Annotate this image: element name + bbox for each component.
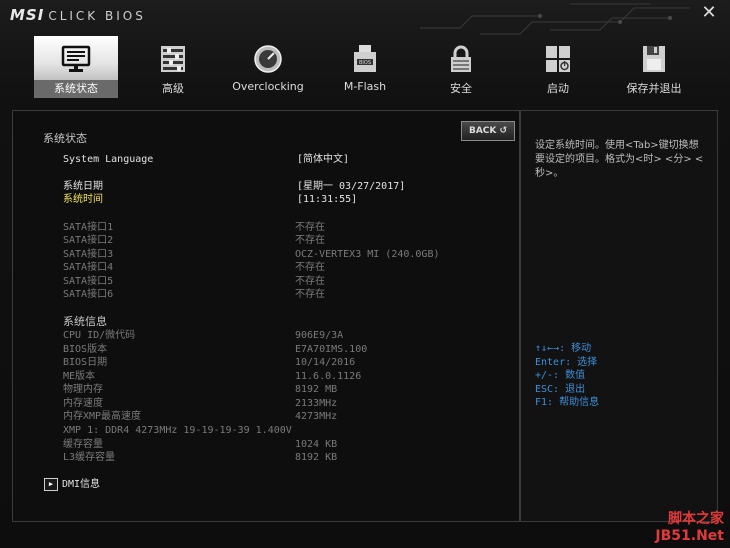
- key-hint: ESC: 退出: [535, 384, 586, 395]
- tab-label: Overclocking: [232, 80, 304, 93]
- system-language-value[interactable]: [简体中文]: [297, 153, 349, 166]
- logo-product: CLICK BIOS: [48, 9, 146, 23]
- lock-icon: [451, 45, 471, 72]
- help-description: 设定系统时间。使用<Tab>键切换想要设定的项目。格式为<时> <分> <秒>。: [535, 140, 704, 179]
- info-value: 11.6.0.1126: [295, 371, 362, 382]
- tab-overclocking[interactable]: Overclocking: [226, 36, 310, 98]
- cache-label: 缓存容量: [63, 439, 103, 450]
- info-value: 2133MHz: [295, 398, 338, 409]
- dmi-info-link[interactable]: DMI信息: [62, 478, 100, 491]
- tab-label: 保存并退出: [626, 82, 682, 95]
- logo-brand: MSI: [10, 6, 45, 24]
- tab-label: 高级: [162, 82, 184, 95]
- key-hint: ↑↓←→: 移动: [535, 343, 592, 354]
- info-label: BIOS版本: [63, 344, 108, 355]
- circuit-decoration: [420, 3, 690, 35]
- info-value: E7A70IMS.100: [295, 344, 368, 355]
- system-date-value[interactable]: [星期一 03/27/2017]: [297, 180, 405, 193]
- key-hint: +/-: 数值: [535, 370, 586, 381]
- svg-text:BIOS: BIOS: [359, 60, 371, 66]
- sata-port-value: OCZ-VERTEX3 MI (240.0GB): [295, 249, 440, 260]
- sata-port-value: 不存在: [295, 222, 325, 233]
- info-label: CPU ID/微代码: [63, 330, 136, 341]
- info-label: BIOS日期: [63, 357, 108, 368]
- tab-boot[interactable]: 启动: [516, 36, 600, 98]
- title-bar: MSI CLICK BIOS ✕: [0, 0, 730, 36]
- system-time-value[interactable]: [11:31:55]: [297, 193, 357, 206]
- sata-port-label: SATA接口2: [63, 235, 114, 246]
- watermark-line1: 脚本之家: [668, 511, 724, 527]
- info-value: 8192 MB: [295, 384, 338, 395]
- cache-value: 8192 KB: [295, 452, 338, 463]
- sata-port-value: 不存在: [295, 289, 325, 300]
- info-label: 物理内存: [63, 384, 103, 395]
- sata-port-label: SATA接口6: [63, 289, 114, 300]
- site-watermark: 脚本之家 JB51.Net: [655, 508, 724, 544]
- tab-security[interactable]: 安全: [419, 36, 503, 98]
- help-panel: 设定系统时间。使用<Tab>键切换想要设定的项目。格式为<时> <分> <秒>。…: [520, 110, 718, 522]
- usb-chip-icon: BIOS: [354, 45, 376, 72]
- monitor-icon: [61, 45, 91, 72]
- info-value: 4273MHz: [295, 411, 338, 422]
- system-time-label[interactable]: 系统时间: [63, 193, 103, 206]
- sliders-icon: [161, 46, 185, 72]
- info-label: 内存XMP最高速度: [63, 411, 142, 422]
- info-label: 内存速度: [63, 398, 103, 409]
- system-language-label[interactable]: System Language: [63, 153, 153, 166]
- sata-port-value: 不存在: [295, 276, 325, 287]
- play-arrow-icon: ▶: [44, 478, 58, 491]
- settings-panel: BACK ↺ 系统状态 System Language [简体中文] 系统日期 …: [12, 110, 520, 522]
- watermark-line2: JB51.Net: [655, 528, 724, 544]
- boot-icon: [546, 46, 570, 72]
- tab-mflash[interactable]: BIOS M-Flash: [323, 36, 407, 98]
- sata-port-label: SATA接口3: [63, 249, 114, 260]
- tab-system-status[interactable]: 系统状态: [34, 36, 118, 98]
- close-button[interactable]: ✕: [700, 4, 718, 22]
- info-value: 10/14/2016: [295, 357, 356, 368]
- sata-port-label: SATA接口5: [63, 276, 114, 287]
- xmp-profile-line: XMP 1: DDR4 4273MHz 19-19-19-39 1.400V: [63, 425, 292, 436]
- key-hint: F1: 帮助信息: [535, 397, 600, 408]
- tab-advanced[interactable]: 高级: [131, 36, 215, 98]
- tab-label: 系统状态: [34, 80, 118, 98]
- section-title: 系统状态: [43, 132, 87, 145]
- speedometer-icon: [254, 45, 282, 73]
- sata-port-value: 不存在: [295, 262, 325, 273]
- tab-label: 安全: [450, 82, 472, 95]
- tab-label: M-Flash: [343, 80, 387, 93]
- bios-window: MSI CLICK BIOS ✕ 系统状态 高级 Overclocking BI…: [0, 0, 730, 548]
- cache-label: L3缓存容量: [63, 452, 116, 463]
- cache-value: 1024 KB: [295, 439, 338, 450]
- back-button[interactable]: BACK ↺: [461, 121, 515, 141]
- sata-port-value: 不存在: [295, 235, 325, 246]
- info-value: 906E9/3A: [295, 330, 344, 341]
- tab-label: 启动: [547, 82, 569, 95]
- sata-port-label: SATA接口1: [63, 222, 114, 233]
- msi-logo: MSI CLICK BIOS: [10, 6, 146, 24]
- key-hint: Enter: 选择: [535, 357, 598, 368]
- floppy-disk-icon: [643, 46, 665, 72]
- tab-save-exit[interactable]: 保存并退出: [612, 36, 696, 98]
- system-date-label[interactable]: 系统日期: [63, 180, 103, 193]
- sata-port-label: SATA接口4: [63, 262, 114, 273]
- info-label: ME版本: [63, 371, 96, 382]
- system-info-title: 系统信息: [63, 315, 107, 328]
- main-tabs: 系统状态 高级 Overclocking BIOS M-Flash 安全 启动 …: [30, 36, 710, 100]
